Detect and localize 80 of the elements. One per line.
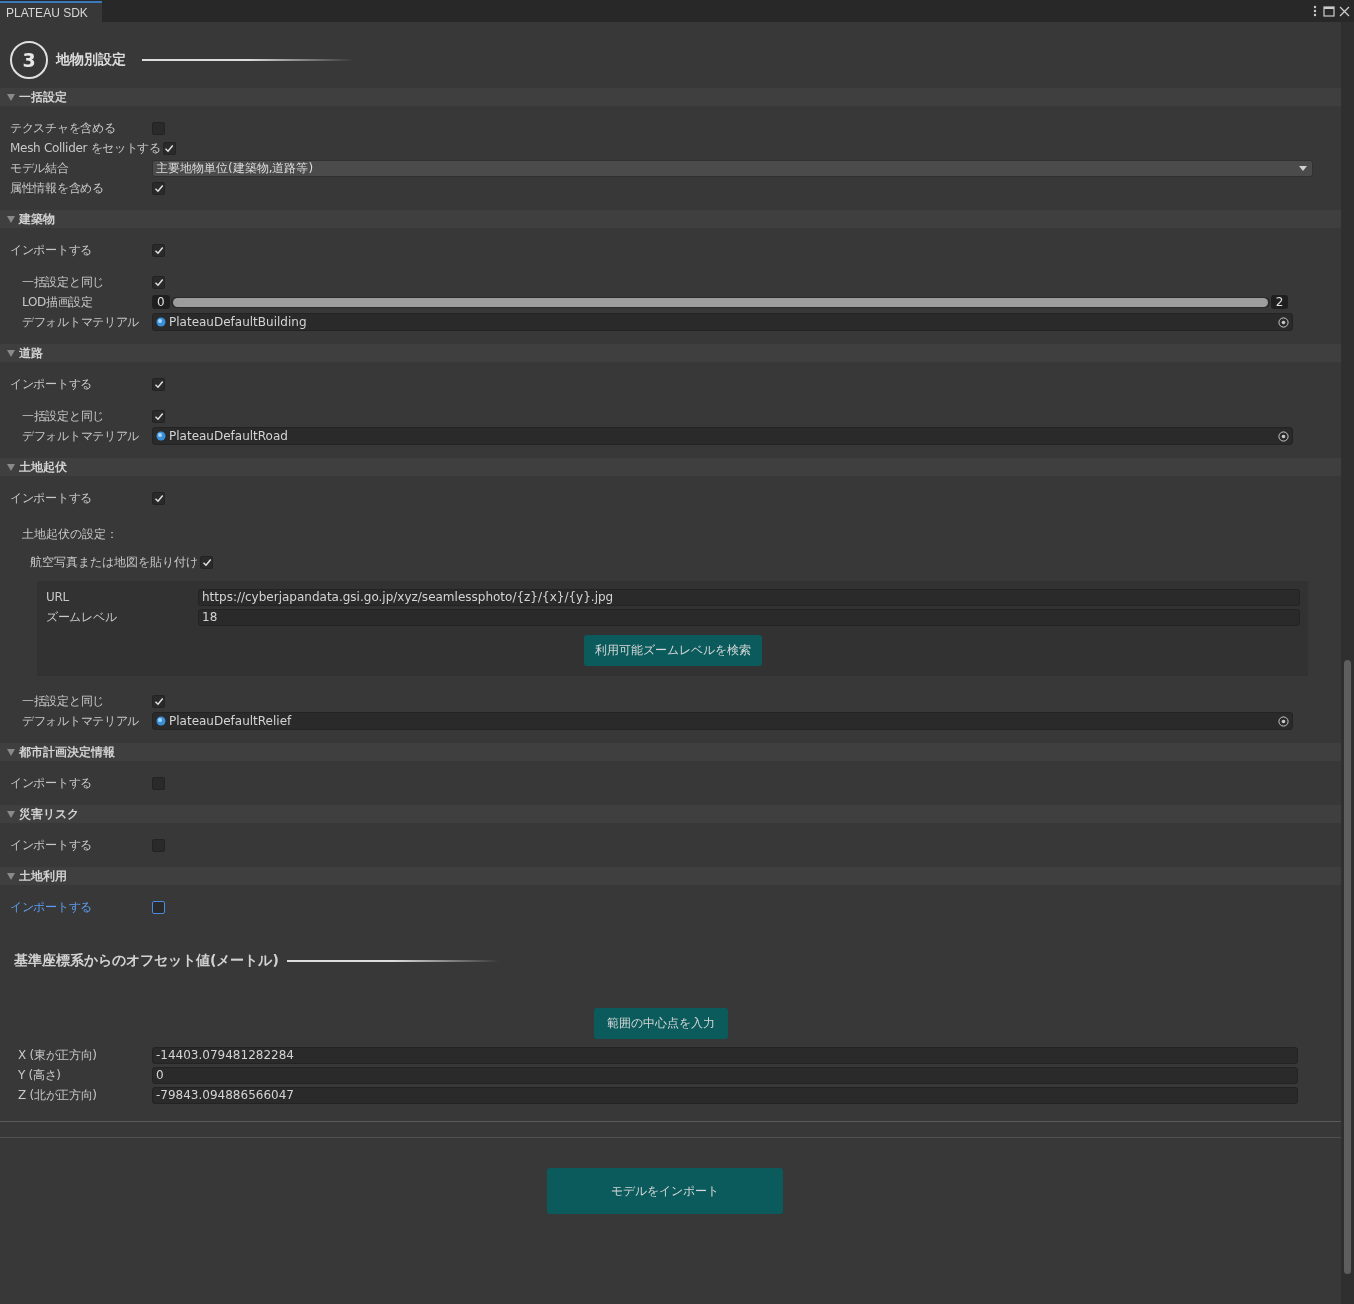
settings-label: 土地起伏の設定：	[22, 525, 118, 543]
field-label: インポートする	[9, 836, 93, 854]
object-field[interactable]: PlateauDefaultRelief	[152, 712, 1293, 730]
import-button[interactable]: モデルをインポート	[546, 1168, 783, 1214]
field-label: デフォルトマテリアル	[21, 427, 140, 445]
section-header[interactable]: 都市計画決定情報	[0, 743, 1341, 761]
more-icon[interactable]	[1311, 5, 1319, 17]
field-label: 属性情報を含める	[9, 179, 105, 197]
sphere-icon	[156, 317, 166, 327]
step-number: 3	[10, 41, 48, 79]
checkmark-icon	[153, 411, 164, 421]
section-header[interactable]: 土地利用	[0, 867, 1341, 885]
dropdown[interactable]: 主要地物単位(建築物,道路等)	[152, 159, 1313, 177]
field-label: ズームレベル	[46, 608, 118, 626]
target-icon[interactable]	[1278, 316, 1289, 328]
target-icon[interactable]	[1278, 715, 1289, 727]
window-tab[interactable]: PLATEAU SDK	[0, 1, 102, 22]
field-label: Mesh Collider をセットする	[9, 139, 162, 157]
input-field[interactable]: -79843.094886566047	[152, 1086, 1298, 1104]
checkbox[interactable]	[152, 694, 165, 708]
field-label: 一括設定と同じ	[21, 407, 105, 425]
field-label: インポートする	[9, 375, 93, 393]
field-label: インポートする	[9, 774, 93, 792]
checkbox[interactable]	[200, 555, 213, 569]
checkbox[interactable]	[152, 900, 165, 914]
checkbox[interactable]	[152, 491, 165, 505]
caret-icon	[1299, 165, 1307, 171]
field-label: 一括設定と同じ	[21, 692, 105, 710]
scrollbar[interactable]	[1341, 22, 1354, 1304]
field-label: X (東が正方向)	[17, 1046, 98, 1064]
max-value[interactable]: 2	[1270, 295, 1289, 309]
input-field[interactable]: 18	[198, 608, 1300, 626]
input-field[interactable]: https://cyberjapandata.gsi.go.jp/xyz/seamlessphoto/{z}/{x}/{y}.jpg	[198, 588, 1300, 606]
checkmark-icon	[153, 493, 164, 503]
field-label: テクスチャを含める	[9, 119, 117, 137]
checkbox[interactable]	[152, 275, 165, 289]
field-label: デフォルトマテリアル	[21, 313, 140, 331]
field-label: デフォルトマテリアル	[21, 712, 140, 730]
input-field[interactable]: 0	[152, 1066, 1298, 1084]
checkmark-icon	[201, 557, 212, 567]
checkmark-icon	[164, 143, 175, 153]
min-value[interactable]: 0	[152, 295, 170, 309]
section-header[interactable]: 建築物	[0, 210, 1341, 228]
section-header[interactable]: 土地起伏	[0, 458, 1341, 476]
slider-fill[interactable]	[172, 297, 1268, 307]
object-field[interactable]: PlateauDefaultBuilding	[152, 313, 1293, 331]
field-label: 航空写真または地図を貼り付け	[30, 553, 198, 571]
section-header[interactable]: 道路	[0, 344, 1341, 362]
checkbox[interactable]	[152, 409, 165, 423]
maximize-icon[interactable]	[1323, 5, 1335, 17]
field-label: インポートする	[9, 898, 93, 916]
section-title: 基準座標系からのオフセット値(メートル)	[14, 952, 279, 970]
field-label: Y (高さ)	[17, 1066, 62, 1084]
checkmark-icon	[153, 183, 164, 193]
field-label: LOD描画設定	[21, 293, 94, 311]
center-point-button[interactable]: 範囲の中心点を入力	[593, 1008, 728, 1039]
checkmark-icon	[153, 245, 164, 255]
checkmark-icon	[153, 696, 164, 706]
sphere-icon	[156, 716, 166, 726]
section-header[interactable]: 災害リスク	[0, 805, 1341, 823]
object-field[interactable]: PlateauDefaultRoad	[152, 427, 1293, 445]
input-field[interactable]: -14403.079481282284	[152, 1046, 1298, 1064]
checkbox[interactable]	[152, 377, 165, 391]
step-title: 地物別設定	[56, 51, 126, 69]
checkbox[interactable]	[152, 243, 165, 257]
target-icon[interactable]	[1278, 430, 1289, 442]
field-label: 一括設定と同じ	[21, 273, 105, 291]
field-label: モデル結合	[9, 159, 70, 177]
field-label: インポートする	[9, 241, 93, 259]
section-header[interactable]: 一括設定	[0, 88, 1341, 106]
checkbox[interactable]	[162, 141, 176, 155]
checkmark-icon	[153, 379, 164, 389]
field-label: Z (北が正方向)	[17, 1086, 98, 1104]
close-icon[interactable]	[1339, 5, 1350, 17]
field-label: URL	[46, 590, 70, 604]
field-label: インポートする	[9, 489, 93, 507]
search-zoom-button[interactable]: 利用可能ズームレベルを検索	[584, 635, 762, 666]
checkbox[interactable]	[152, 181, 165, 195]
checkmark-icon	[153, 277, 164, 287]
sphere-icon	[156, 431, 166, 441]
